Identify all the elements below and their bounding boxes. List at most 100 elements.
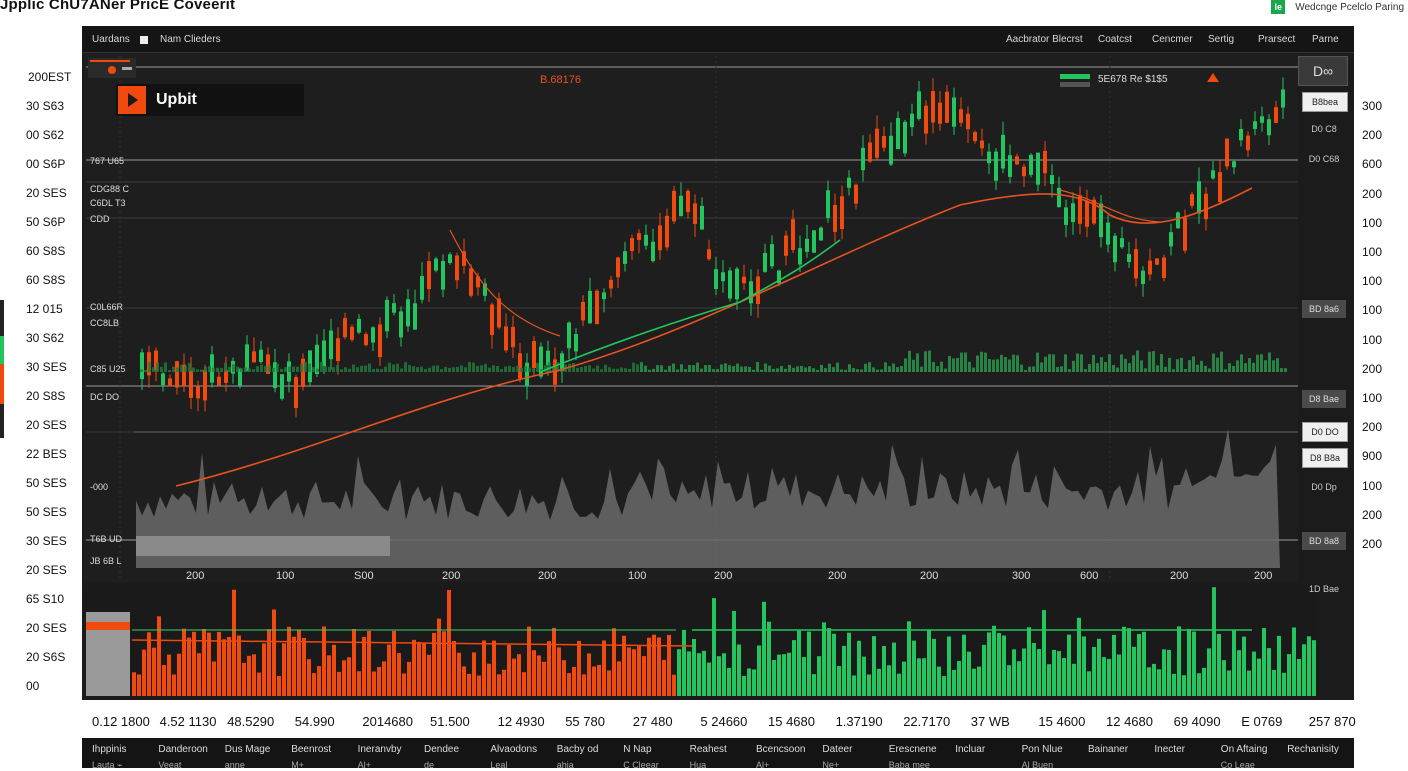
left-axis-label: 65 S10 [26, 592, 65, 606]
bottom-menu-subitem[interactable]: Al+ [756, 760, 769, 770]
volume-bar [607, 670, 611, 696]
price-badge[interactable]: D0 C8 [1302, 120, 1346, 138]
left-axis-label: 50 S6P [26, 215, 66, 229]
mini-volume-bar [980, 351, 983, 372]
mini-volume-bar [1180, 357, 1183, 372]
mini-volume-bar [1184, 369, 1187, 372]
mini-volume-bar [992, 359, 995, 372]
mini-volume-bar [580, 367, 583, 372]
bottom-menu-subitem[interactable]: Veeat [158, 760, 181, 770]
candle-body [1015, 156, 1019, 165]
bottom-menu-subitem[interactable]: Lauta ⌁ [92, 760, 122, 771]
bottom-menu-item[interactable]: Alvaodons [490, 744, 537, 755]
volume-bar [147, 632, 151, 696]
bottom-menu-item[interactable]: Reahest [690, 744, 727, 755]
bottom-menu-item[interactable]: Rechanisity [1287, 744, 1339, 755]
volume-bar [852, 675, 856, 696]
price-badge[interactable]: 1D Bae [1302, 580, 1346, 598]
volume-bar [1117, 654, 1121, 696]
bottom-menu-item[interactable]: Ihppinis [92, 744, 126, 755]
volume-bar [632, 649, 636, 696]
volume-bar [252, 654, 256, 696]
bottom-menu-item[interactable]: Inecter [1154, 744, 1185, 755]
mini-volume-bar [832, 367, 835, 372]
bottom-axis-label: 15 4680 [768, 714, 815, 729]
tool-slider-icon[interactable] [122, 67, 132, 70]
left-axis-label: 30 S62 [26, 331, 65, 345]
tool-line-icon[interactable] [90, 60, 130, 62]
alert-triangle-icon[interactable] [1207, 73, 1219, 82]
mini-volume-bar [788, 364, 791, 372]
bottom-menu-subitem[interactable]: Baba mee [889, 760, 930, 770]
candle-body [805, 238, 809, 252]
bottom-menu-item[interactable]: Bacby od [557, 744, 599, 755]
candle-body [1183, 217, 1187, 251]
candle-body [721, 272, 725, 282]
bottom-menu-item[interactable]: Ineranvby [358, 744, 402, 755]
bottom-menu-subitem[interactable]: Al+ [358, 760, 371, 770]
volume-bar [877, 668, 881, 696]
volume-bar [787, 652, 791, 696]
zoom-control[interactable]: D∞ [1298, 56, 1348, 86]
bottom-menu-item[interactable]: Dendee [424, 744, 459, 755]
bottom-menu-item[interactable]: Erescnene [889, 744, 937, 755]
volume-bar [882, 646, 886, 696]
bottom-axis-label: 27 480 [632, 714, 673, 729]
bottom-menu-subitem[interactable]: Al Buen [1022, 760, 1054, 770]
volume-bar [1202, 667, 1206, 696]
left-axis-label: 50 SES [26, 505, 67, 519]
bottom-menu-subitem[interactable]: M+ [291, 760, 304, 770]
bottom-menu-item[interactable]: Bainaner [1088, 744, 1128, 755]
bottom-menu-item[interactable]: N Nap [623, 744, 651, 755]
price-badge[interactable]: D0 C68 [1302, 150, 1346, 168]
bottom-menu-item[interactable]: Dateer [822, 744, 852, 755]
time-axis-label: 100 [276, 570, 295, 582]
bottom-menu-subitem[interactable]: anne [225, 760, 245, 770]
price-badge[interactable]: D0 DO [1302, 422, 1348, 442]
price-badge[interactable]: D8 Bae [1302, 390, 1346, 408]
mini-volume-bar [908, 350, 911, 372]
bottom-menu-item[interactable]: Pon Nlue [1022, 744, 1063, 755]
volume-bar [1062, 658, 1066, 696]
bottom-menu-subitem[interactable]: C Cleear [623, 760, 659, 770]
bottom-menu-subitem[interactable]: Hua [690, 760, 707, 770]
bottom-menu-item[interactable]: On Aftaing [1221, 744, 1268, 755]
bottom-menu-subitem[interactable]: Leal [490, 760, 507, 770]
candle-body [1218, 172, 1222, 202]
mini-volume-bar [984, 352, 987, 372]
mini-volume-bar [812, 368, 815, 372]
mini-volume-bar [384, 366, 387, 372]
bottom-menu-item[interactable]: Beenrost [291, 744, 331, 755]
candle-body [441, 261, 445, 290]
candle-body [728, 270, 732, 299]
mini-volume-bar [176, 367, 179, 372]
mini-volume-bar [576, 367, 579, 372]
candle-body [329, 330, 333, 360]
mini-volume-bar [508, 365, 511, 372]
volume-bar [582, 674, 586, 696]
volume-bar [847, 632, 851, 696]
candle-body [637, 233, 641, 240]
volume-bar [477, 675, 481, 696]
price-badge[interactable]: BD 8a8 [1302, 532, 1346, 550]
candle-body [336, 338, 340, 361]
volume-bar [942, 676, 946, 696]
bottom-menu-item[interactable]: Bcencsoon [756, 744, 805, 755]
bottom-menu-item[interactable]: Dus Mage [225, 744, 271, 755]
bottom-menu-item[interactable]: Incluar [955, 744, 985, 755]
bottom-axis-label: 12 4680 [1106, 714, 1153, 729]
bottom-menu-subitem[interactable]: de [424, 760, 434, 770]
bottom-menu-subitem[interactable]: Co Leae [1221, 760, 1255, 770]
tool-dot-icon[interactable] [108, 66, 116, 74]
price-badge[interactable]: D8 B8a [1302, 448, 1348, 468]
candle-body [679, 195, 683, 217]
mini-volume-bar [376, 368, 379, 372]
bottom-menu-item[interactable]: Danderoon [158, 744, 207, 755]
bottom-menu-subitem[interactable]: ahia [557, 760, 574, 770]
candle-body [1260, 116, 1264, 123]
bottom-menu-subitem[interactable]: Ne+ [822, 760, 839, 770]
candle-body [1281, 89, 1285, 108]
price-badge[interactable]: B8bea [1302, 92, 1348, 112]
price-badge[interactable]: D0 Dp [1302, 478, 1346, 496]
price-badge[interactable]: BD 8a6 [1302, 300, 1346, 318]
